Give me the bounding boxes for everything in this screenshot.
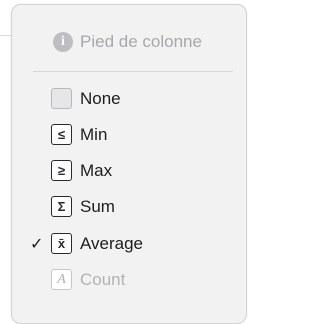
less-or-equal-icon: ≤ [51, 124, 72, 145]
menu-header-label: Pied de colonne [80, 32, 202, 51]
menu-separator [33, 71, 233, 72]
menu-item-label: Sum [80, 197, 115, 216]
letter-a-icon: A [51, 269, 72, 290]
menu-item-max[interactable]: ≥ Max [12, 159, 246, 187]
menu-item-label: Average [80, 234, 144, 253]
menu-item-label: Count [80, 270, 126, 289]
checkmark-icon: ✓ [30, 236, 44, 253]
menu-item-label: None [80, 89, 121, 108]
x-bar-icon: x̄ [51, 233, 72, 254]
menu-item-count: A Count [12, 268, 246, 296]
menu-item-min[interactable]: ≤ Min [12, 123, 246, 151]
sigma-icon: Σ [51, 196, 72, 217]
menu-item-label: Max [80, 161, 113, 180]
empty-box-icon [51, 88, 72, 109]
info-icon: i [53, 32, 73, 52]
menu-item-sum[interactable]: Σ Sum [12, 195, 246, 223]
menu-item-none[interactable]: None [12, 87, 246, 115]
greater-or-equal-icon: ≥ [51, 160, 72, 181]
menu-item-average[interactable]: ✓ x̄ Average [12, 232, 246, 260]
menu-header: i Pied de colonne [12, 5, 246, 63]
menu-item-label: Min [80, 125, 108, 144]
column-footer-menu: i Pied de colonne None ≤ Min ≥ Max Σ Sum… [11, 4, 247, 324]
